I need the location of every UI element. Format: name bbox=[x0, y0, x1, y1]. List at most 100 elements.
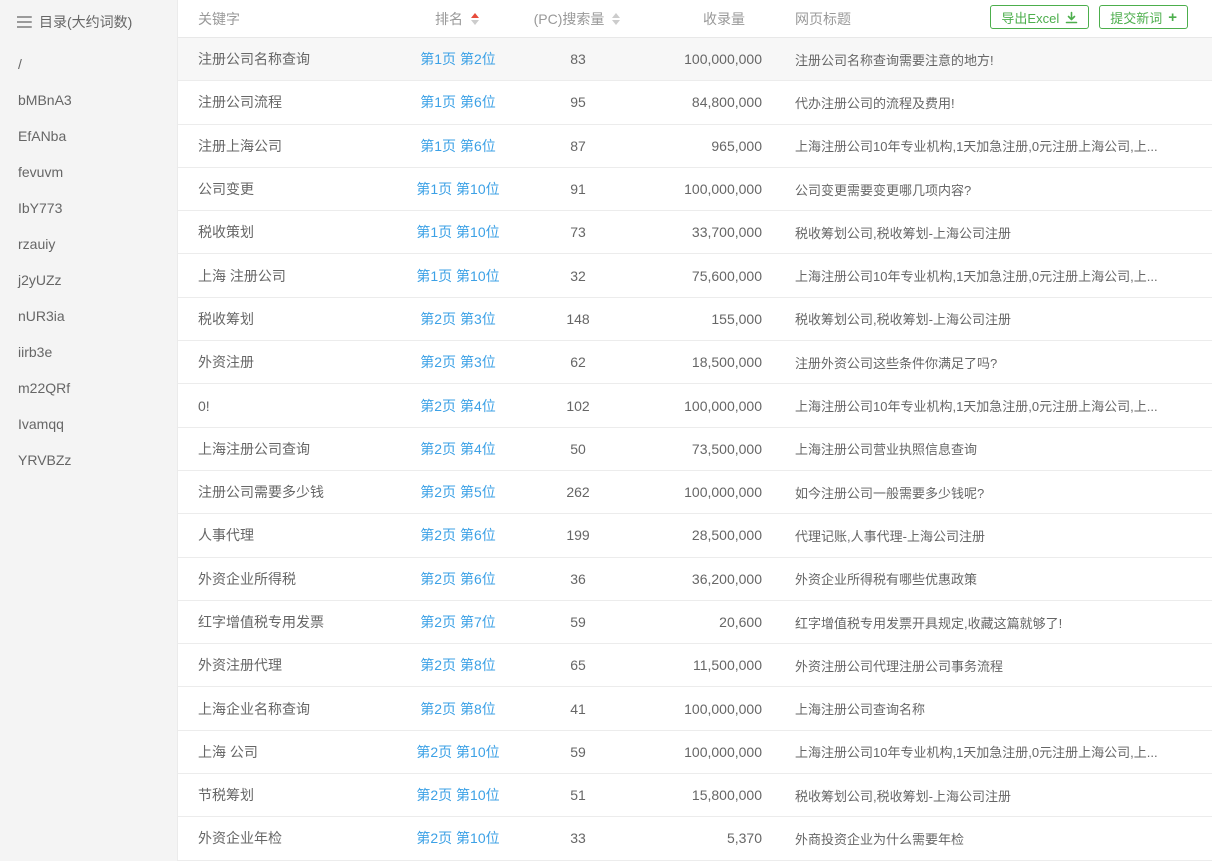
rank-link[interactable]: 第2页 第8位 bbox=[420, 657, 495, 673]
page-title-cell: 外资注册公司代理注册公司事务流程 bbox=[778, 656, 1212, 675]
sidebar-item[interactable]: j2yUZz bbox=[0, 262, 177, 298]
rank-link[interactable]: 第1页 第10位 bbox=[416, 268, 499, 284]
keyword-cell: 红字增值税专用发票 bbox=[178, 612, 398, 632]
rank-cell: 第2页 第5位 bbox=[398, 482, 518, 502]
table-row: 公司变更第1页 第10位91100,000,000公司变更需要变更哪几项内容? bbox=[178, 168, 1212, 211]
rank-link[interactable]: 第2页 第6位 bbox=[420, 571, 495, 587]
sort-icon-rank[interactable] bbox=[469, 11, 481, 27]
rank-link[interactable]: 第2页 第10位 bbox=[416, 744, 499, 760]
rank-link[interactable]: 第1页 第2位 bbox=[420, 51, 495, 67]
search-volume-cell: 91 bbox=[518, 181, 638, 197]
rank-link[interactable]: 第2页 第3位 bbox=[420, 311, 495, 327]
search-volume-cell: 51 bbox=[518, 787, 638, 803]
rank-link[interactable]: 第2页 第10位 bbox=[416, 830, 499, 846]
search-volume-cell: 62 bbox=[518, 354, 638, 370]
page-title-cell: 税收筹划公司,税收筹划-上海公司注册 bbox=[778, 309, 1212, 328]
sidebar-item[interactable]: fevuvm bbox=[0, 154, 177, 190]
rank-cell: 第2页 第10位 bbox=[398, 828, 518, 848]
sidebar-item[interactable]: EfANba bbox=[0, 118, 177, 154]
index-count-cell: 15,800,000 bbox=[638, 787, 778, 803]
index-count-cell: 33,700,000 bbox=[638, 224, 778, 240]
table-row: 注册公司名称查询第1页 第2位83100,000,000注册公司名称查询需要注意… bbox=[178, 38, 1212, 81]
rank-cell: 第2页 第6位 bbox=[398, 525, 518, 545]
rank-link[interactable]: 第2页 第7位 bbox=[420, 614, 495, 630]
table-row: 上海 注册公司第1页 第10位3275,600,000上海注册公司10年专业机构… bbox=[178, 254, 1212, 297]
submit-new-words-label: 提交新词 bbox=[1110, 8, 1162, 27]
sidebar-item[interactable]: IbY773 bbox=[0, 190, 177, 226]
table-row: 注册公司流程第1页 第6位9584,800,000代办注册公司的流程及费用! bbox=[178, 81, 1212, 124]
keyword-cell: 注册公司流程 bbox=[178, 92, 398, 112]
index-count-cell: 20,600 bbox=[638, 614, 778, 630]
column-header-search-volume[interactable]: (PC)搜索量 bbox=[518, 9, 638, 29]
table-row: 上海企业名称查询第2页 第8位41100,000,000上海注册公司查询名称 bbox=[178, 687, 1212, 730]
index-count-cell: 73,500,000 bbox=[638, 441, 778, 457]
rank-cell: 第1页 第6位 bbox=[398, 92, 518, 112]
keyword-cell: 注册公司需要多少钱 bbox=[178, 482, 398, 502]
sidebar-item[interactable]: m22QRf bbox=[0, 370, 177, 406]
export-excel-button[interactable]: 导出Excel bbox=[990, 5, 1089, 29]
rank-link[interactable]: 第2页 第3位 bbox=[420, 354, 495, 370]
index-count-cell: 965,000 bbox=[638, 138, 778, 154]
submit-new-words-button[interactable]: 提交新词 + bbox=[1099, 5, 1188, 29]
rank-cell: 第1页 第10位 bbox=[398, 179, 518, 199]
table-row: 注册公司需要多少钱第2页 第5位262100,000,000如今注册公司一般需要… bbox=[178, 471, 1212, 514]
rank-link[interactable]: 第2页 第8位 bbox=[420, 701, 495, 717]
page-title-cell: 代理记账,人事代理-上海公司注册 bbox=[778, 526, 1212, 545]
sidebar-item[interactable]: rzauiy bbox=[0, 226, 177, 262]
keyword-cell: 税收筹划 bbox=[178, 309, 398, 329]
keyword-cell: 外资注册 bbox=[178, 352, 398, 372]
sidebar-header: 目录(大约词数) bbox=[0, 0, 177, 32]
search-volume-cell: 50 bbox=[518, 441, 638, 457]
keyword-cell: 税收策划 bbox=[178, 222, 398, 242]
index-count-cell: 28,500,000 bbox=[638, 527, 778, 543]
rank-cell: 第2页 第7位 bbox=[398, 612, 518, 632]
sidebar-item[interactable]: iirb3e bbox=[0, 334, 177, 370]
table-row: 注册上海公司第1页 第6位87965,000上海注册公司10年专业机构,1天加急… bbox=[178, 125, 1212, 168]
rank-cell: 第1页 第10位 bbox=[398, 222, 518, 242]
index-count-cell: 155,000 bbox=[638, 311, 778, 327]
rank-link[interactable]: 第1页 第10位 bbox=[416, 224, 499, 240]
column-header-keyword: 关键字 bbox=[178, 9, 398, 29]
sidebar-item[interactable]: / bbox=[0, 46, 177, 82]
index-count-cell: 5,370 bbox=[638, 830, 778, 846]
plus-icon: + bbox=[1168, 10, 1177, 25]
index-count-cell: 36,200,000 bbox=[638, 571, 778, 587]
search-volume-cell: 73 bbox=[518, 224, 638, 240]
rank-link[interactable]: 第1页 第10位 bbox=[416, 181, 499, 197]
rank-link[interactable]: 第1页 第6位 bbox=[420, 94, 495, 110]
table-row: 节税筹划第2页 第10位5115,800,000税收筹划公司,税收筹划-上海公司… bbox=[178, 774, 1212, 817]
rank-link[interactable]: 第2页 第4位 bbox=[420, 441, 495, 457]
table-row: 人事代理第2页 第6位19928,500,000代理记账,人事代理-上海公司注册 bbox=[178, 514, 1212, 557]
rank-link[interactable]: 第2页 第6位 bbox=[420, 527, 495, 543]
keyword-cell: 上海 公司 bbox=[178, 742, 398, 762]
column-header-rank[interactable]: 排名 bbox=[398, 9, 518, 29]
search-volume-cell: 262 bbox=[518, 484, 638, 500]
sort-icon-search-volume[interactable] bbox=[610, 11, 622, 27]
sidebar-item[interactable]: bMBnA3 bbox=[0, 82, 177, 118]
column-label-index-count: 收录量 bbox=[703, 9, 745, 29]
page-title-cell: 注册公司名称查询需要注意的地方! bbox=[778, 50, 1212, 69]
page-title-cell: 上海注册公司10年专业机构,1天加急注册,0元注册上海公司,上... bbox=[778, 396, 1212, 415]
rank-link[interactable]: 第2页 第4位 bbox=[420, 398, 495, 414]
download-icon bbox=[1065, 11, 1078, 24]
keyword-cell: 公司变更 bbox=[178, 179, 398, 199]
search-volume-cell: 33 bbox=[518, 830, 638, 846]
sidebar-item[interactable]: nUR3ia bbox=[0, 298, 177, 334]
index-count-cell: 100,000,000 bbox=[638, 51, 778, 67]
search-volume-cell: 36 bbox=[518, 571, 638, 587]
sidebar-item[interactable]: Ivamqq bbox=[0, 406, 177, 442]
rank-link[interactable]: 第1页 第6位 bbox=[420, 138, 495, 154]
rank-cell: 第2页 第3位 bbox=[398, 352, 518, 372]
search-volume-cell: 148 bbox=[518, 311, 638, 327]
keyword-cell: 外资注册代理 bbox=[178, 655, 398, 675]
app: 目录(大约词数) /bMBnA3EfANbafevuvmIbY773rzauiy… bbox=[0, 0, 1212, 861]
rank-cell: 第2页 第4位 bbox=[398, 439, 518, 459]
rank-link[interactable]: 第2页 第10位 bbox=[416, 787, 499, 803]
table-row: 上海注册公司查询第2页 第4位5073,500,000上海注册公司营业执照信息查… bbox=[178, 428, 1212, 471]
rank-link[interactable]: 第2页 第5位 bbox=[420, 484, 495, 500]
rank-cell: 第2页 第6位 bbox=[398, 569, 518, 589]
rank-cell: 第2页 第4位 bbox=[398, 396, 518, 416]
index-count-cell: 84,800,000 bbox=[638, 94, 778, 110]
sidebar-item[interactable]: YRVBZz bbox=[0, 442, 177, 478]
search-volume-cell: 32 bbox=[518, 268, 638, 284]
